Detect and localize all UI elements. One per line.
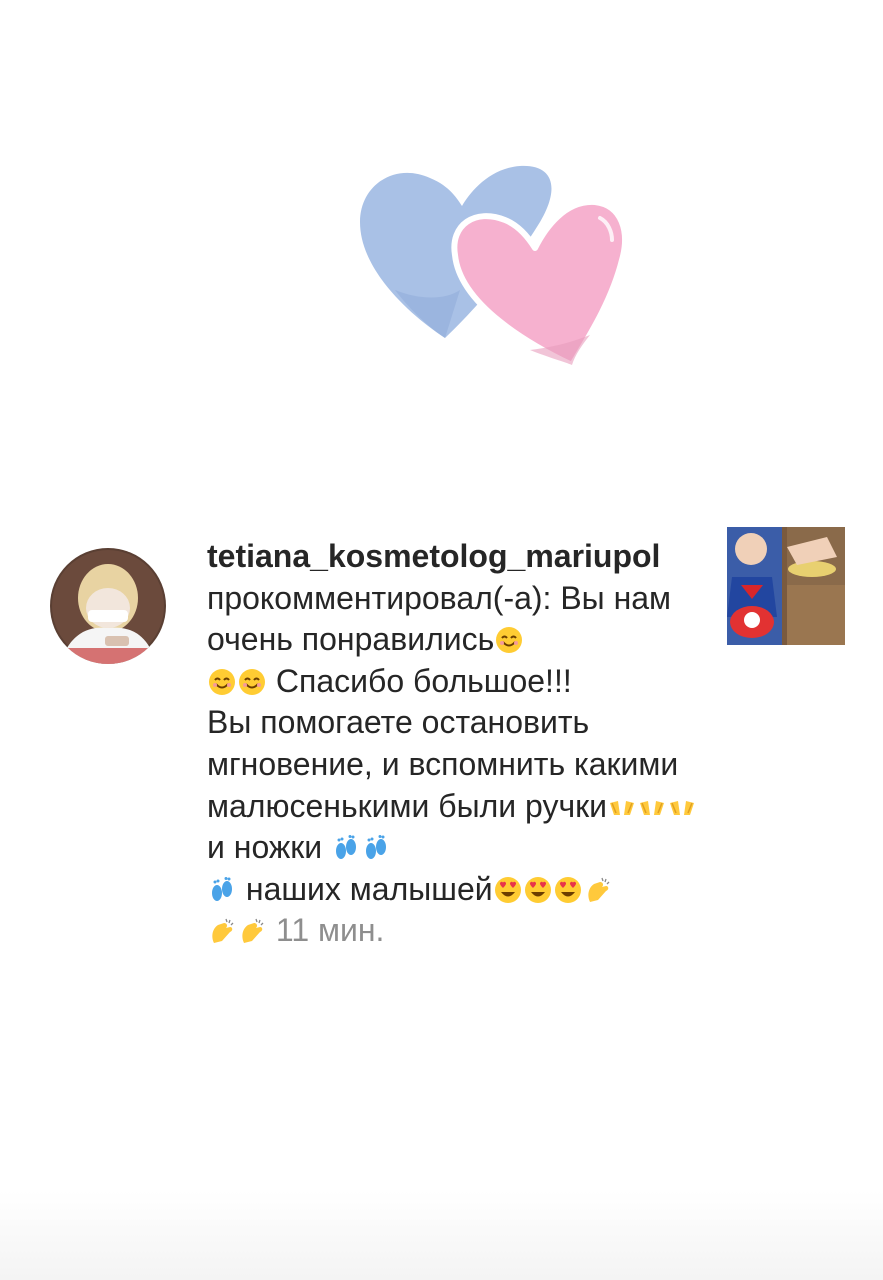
heart-eyes-face-icon <box>524 876 551 903</box>
heart-eyes-face-icon <box>494 876 521 903</box>
comment-our-babies: наших малышей <box>245 870 493 907</box>
post-thumbnail[interactable] <box>727 527 845 645</box>
open-hands-icon <box>640 800 664 815</box>
thumbnail-photo <box>727 527 845 645</box>
smiling-face-icon <box>496 627 523 654</box>
bottom-shadow <box>0 1190 883 1280</box>
comment-thanks: Спасибо большое!!! <box>275 662 572 699</box>
footprints-icon <box>336 835 357 860</box>
comment-and-feet: и ножки <box>207 829 323 866</box>
timestamp: 11 мин. <box>275 912 385 949</box>
footprints-icon <box>366 835 387 860</box>
clapping-hands-icon <box>212 919 234 944</box>
comment-text: tetiana_kosmetolog_mariupol прокомментир… <box>207 536 697 952</box>
clapping-hands-icon <box>587 877 610 902</box>
open-hands-icon <box>670 800 694 815</box>
footprints-icon <box>212 876 232 901</box>
username-link[interactable]: tetiana_kosmetolog_mariupol <box>207 538 660 574</box>
smiling-face-icon <box>209 668 235 695</box>
smiling-face-icon <box>239 668 265 695</box>
action-text: прокомментировал(-а): <box>207 579 552 616</box>
clapping-hands-icon <box>242 919 264 944</box>
comment-notification[interactable]: tetiana_kosmetolog_mariupol прокомментир… <box>0 527 883 952</box>
heart-eyes-face-icon <box>554 876 581 903</box>
two-hearts-icon <box>360 165 628 368</box>
avatar-photo <box>50 548 166 664</box>
avatar[interactable] <box>50 548 166 664</box>
open-hands-icon <box>610 800 634 815</box>
